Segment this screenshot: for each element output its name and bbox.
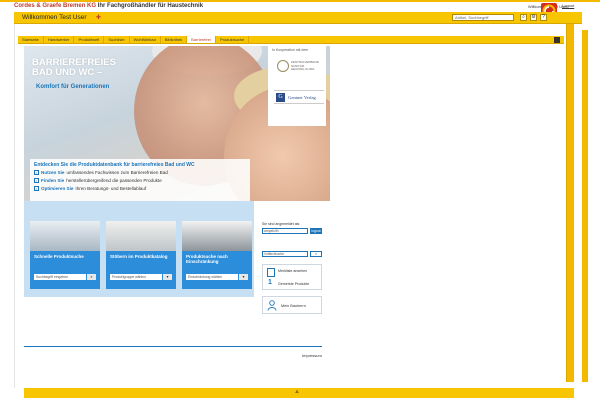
username-field[interactable]: ampelc/lh [262,228,308,234]
search-icon[interactable]: ⌕ [520,14,527,21]
gentner-label: Gentner Verlag [288,95,316,100]
memo-count: 1 [268,279,272,286]
tab-startseite[interactable]: Startseite [18,36,44,43]
right-scroll-strip[interactable] [566,24,574,382]
chevron-down-icon[interactable]: ▾ [239,274,248,280]
top-icons: ⌕ ⚙ ? [520,14,547,21]
card-image [106,221,176,251]
brand-title: Cordes & Graefe Bremen KG Ihr Fachgroßhä… [14,3,203,9]
discover-item-bold: Finden Sie [41,178,65,183]
restriction-card: Produktsuche nach Einschränkung Einschrä… [182,221,252,289]
search-cards-area: Schnelle Produktsuche Suchbegriff eingeb… [24,201,254,297]
settings-icon[interactable]: ⚙ [530,14,537,21]
card-title: Schnelle Produktsuche [34,254,84,259]
login-box: Sie sind angemeldet als: ampelc/lh logou… [262,222,322,238]
logout-button[interactable]: logout [310,228,322,234]
memo-count-label: Gemerkte Produkte [278,282,310,286]
welcome-text: Willkommen Test User [22,14,87,21]
tab-bibliothek[interactable]: Bibliothek [161,36,188,43]
restriction-select[interactable]: Einschränkung wählen [186,274,238,280]
discover-item-text: herstellerübergreifend die passenden Pro… [66,178,162,183]
card-title: Stöbern im Produktkatalog [110,254,168,259]
seal-text: ZENTRALVERBAND SANITÄR HEIZUNG KLIMA [291,60,319,71]
catalog-card: Stöbern im Produktkatalog Produktgruppe … [106,221,176,289]
brand-tagline: Ihr Fachgroßhändler für Haustechnik [97,3,204,9]
card-image [182,221,252,251]
discover-item-bold: Optimieren Sie [41,186,74,191]
checkmark-icon: ✓ [34,178,39,183]
product-group-select[interactable]: Produktgruppe wählen [110,274,162,280]
card-title: Produktsuche nach Einschränkung [186,254,228,264]
discover-item-bold: Nutzen Sie [41,170,65,175]
welcome-bar: Willkommen Test User ✚ Artikel, Suchbegr… [14,12,582,24]
login-label: Sie sind angemeldet als: [262,222,301,226]
tab-produktsuche[interactable]: Produktsuche [216,36,250,43]
zvshk-seal[interactable]: ZENTRALVERBAND SANITÄR HEIZUNG KLIMA [277,58,319,78]
checkmark-icon: ✓ [34,186,39,191]
discover-item: ✓ Optimieren Sie Ihren Beratungs- und Be… [34,186,146,191]
tab-produktwelt[interactable]: Produktwelt [74,36,105,43]
discover-item-text: umfassendes Fachwissen zum Barrierefreie… [66,170,168,175]
advisor-box[interactable]: Mein Bauherrn [262,296,322,314]
memo-open-link[interactable]: Merkliste ansehen [278,269,307,273]
quick-search-input[interactable]: Suchbegriff eingeben [34,274,86,280]
fulltext-input[interactable]: Volltextsuche [262,251,308,257]
quick-search-card: Schnelle Produktsuche Suchbegriff eingeb… [30,221,100,289]
person-icon [267,300,277,311]
advisor-label: Mein Bauherrn [281,304,306,308]
tab-handwerker[interactable]: Handwerker [44,36,75,43]
brand-name: Cordes & Graefe Bremen KG [14,3,97,9]
top-search-input[interactable]: Artikel, Suchbegriff [452,14,514,21]
checkmark-icon: ✓ [34,170,39,175]
search-icon[interactable]: ⌕ [310,251,322,257]
cooperation-label: In Kooperation mit dem [272,48,309,52]
notepad-icon [267,268,275,277]
user-flag-icon: ✚ [96,15,102,21]
main-nav-tabs: Startseite Handwerker Produktwelt Suchli… [18,36,564,44]
footer-divider [24,346,322,347]
logout-link[interactable]: Logout [562,3,574,8]
partner-panel: In Kooperation mit dem ZENTRALVERBAND SA… [268,46,326,126]
tab-barrierefrei[interactable]: Barrierefrei [187,36,216,43]
card-image [30,221,100,251]
right-edge-strip [582,30,588,382]
memo-list-box[interactable]: Merkliste ansehen 1 Gemerkte Produkte [262,264,322,290]
impressum-link[interactable]: Impressum [302,353,322,358]
seal-icon [277,60,289,72]
discover-item: ✓ Finden Sie herstellerübergreifend die … [34,178,162,183]
search-icon[interactable]: ⌕ [87,274,96,280]
brand-bar: Cordes & Graefe Bremen KG Ihr Fachgroßhä… [0,2,600,12]
tab-suchliste[interactable]: Suchliste [104,36,130,43]
tab-wohlfuehlbad[interactable]: Wohlfühlbad [130,36,161,43]
discover-box: Entdecken Sie die Produktdatenbank für b… [30,159,250,203]
hero-subline: Komfort für Generationen [36,84,110,90]
discover-item: ✓ Nutzen Sie umfassendes Fachwissen zum … [34,170,168,175]
app-window: Cordes & Graefe Bremen KG Ihr Fachgroßhä… [0,0,600,400]
help-icon[interactable]: ? [540,14,547,21]
menu-icon[interactable] [554,37,560,43]
chevron-down-icon[interactable]: ▾ [163,274,172,280]
hero-headline-line2: BAD UND WC – [32,67,103,78]
gentner-logo[interactable]: G Gentner Verlag [274,90,324,104]
fulltext-search: Volltextsuche ⌕ [262,251,322,259]
chevron-up-icon[interactable]: ▲ [294,389,300,395]
bottom-bar[interactable]: ▲ [24,388,574,398]
discover-item-text: Ihren Beratungs- und Bestellablauf [75,186,147,191]
hero-headline: BARRIEREFREIES BAD UND WC – [32,58,132,78]
discover-title: Entdecken Sie die Produktdatenbank für b… [34,162,195,168]
gentner-icon: G [276,93,285,102]
